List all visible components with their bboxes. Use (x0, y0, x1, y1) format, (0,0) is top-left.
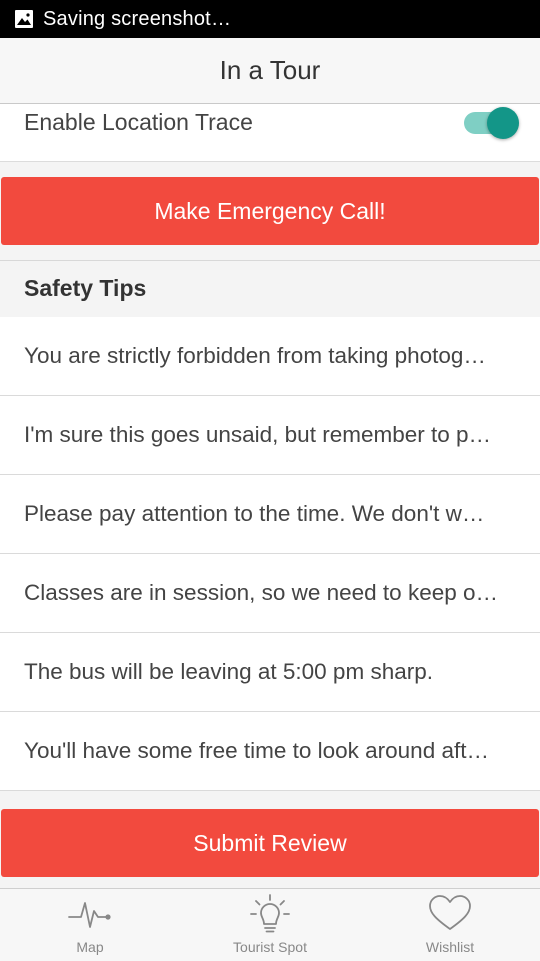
tip-text: The bus will be leaving at 5:00 pm sharp… (24, 659, 433, 684)
lightbulb-icon (250, 894, 290, 933)
tip-text: You are strictly forbidden from taking p… (24, 343, 486, 368)
location-trace-label: Enable Location Trace (24, 109, 253, 135)
tab-label: Map (76, 939, 104, 955)
safety-tips-list: You are strictly forbidden from taking p… (0, 317, 540, 791)
tab-bar: Map Tourist Spot Wishlist (0, 888, 540, 961)
toggle-knob (487, 107, 519, 139)
safety-tips-header: Safety Tips (0, 260, 540, 318)
list-item[interactable]: Classes are in session, so we need to ke… (0, 554, 540, 633)
app-header: In a Tour (0, 38, 540, 104)
emergency-call-button[interactable]: Make Emergency Call! (1, 177, 539, 245)
image-icon (15, 10, 33, 28)
list-item[interactable]: Please pay attention to the time. We don… (0, 475, 540, 554)
list-item[interactable]: The bus will be leaving at 5:00 pm sharp… (0, 633, 540, 712)
tip-text: You'll have some free time to look aroun… (24, 738, 489, 763)
safety-tips-title: Safety Tips (24, 275, 147, 301)
tab-label: Tourist Spot (233, 939, 307, 955)
tip-text: I'm sure this goes unsaid, but remember … (24, 422, 492, 447)
list-item[interactable]: I'm sure this goes unsaid, but remember … (0, 396, 540, 475)
tab-wishlist[interactable]: Wishlist (360, 889, 540, 961)
tip-text: Classes are in session, so we need to ke… (24, 580, 499, 605)
submit-review-button[interactable]: Submit Review (1, 809, 539, 877)
tab-map[interactable]: Map (0, 889, 180, 961)
list-item[interactable]: You are strictly forbidden from taking p… (0, 317, 540, 396)
pulse-icon (68, 902, 111, 928)
page-title: In a Tour (219, 55, 321, 85)
tab-tourist-spot[interactable]: Tourist Spot (180, 889, 360, 961)
status-bar: Saving screenshot… (0, 0, 540, 38)
status-text: Saving screenshot… (43, 7, 232, 30)
location-trace-row: Enable Location Trace (0, 104, 540, 162)
tab-label: Wishlist (425, 939, 475, 955)
tip-text: Please pay attention to the time. We don… (24, 501, 485, 526)
list-item[interactable]: You'll have some free time to look aroun… (0, 712, 540, 791)
location-trace-toggle[interactable] (464, 106, 520, 140)
heart-icon (429, 895, 471, 930)
